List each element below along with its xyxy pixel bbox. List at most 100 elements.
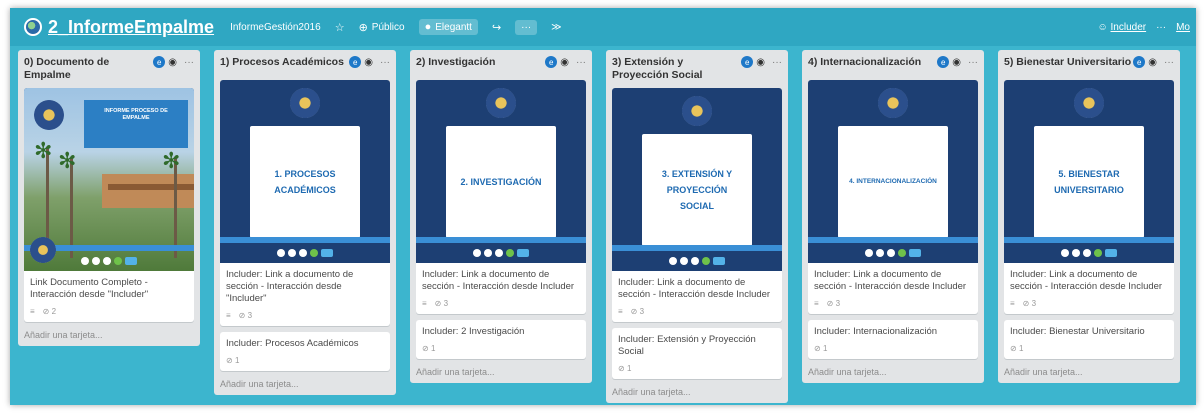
- card-cover-image: 3. EXTENSIÓN Y PROYECCIÓN SOCIAL: [612, 88, 782, 271]
- card-title: Includer: 2 Investigación: [422, 326, 525, 337]
- cover-logos: [220, 247, 390, 259]
- attachment-badge: ⊘ 2: [42, 307, 57, 316]
- card[interactable]: Includer: Extensión y Proyección Social …: [612, 328, 782, 379]
- card-cover-image: ✻ ✻ ✻ INFORME PROCESO DE EMPALME: [24, 88, 194, 271]
- list-title[interactable]: 5) Bienestar Universitario: [1004, 56, 1131, 69]
- card-body: Link Documento Completo - Interacción de…: [24, 271, 194, 322]
- elegantt-icon[interactable]: e: [741, 56, 754, 68]
- card-body: Includer: 2 Investigación ⊘ 1: [416, 320, 586, 359]
- board-title[interactable]: 2_InformeEmpalme: [48, 17, 214, 38]
- university-seal-icon: [290, 88, 320, 118]
- cover-panel: 1. PROCESOS ACADÉMICOS: [250, 126, 360, 238]
- elegantt-icon[interactable]: e: [937, 56, 950, 68]
- add-card-button[interactable]: Añadir una tarjeta...: [1004, 359, 1174, 383]
- card-badges: ⊘ 1: [618, 364, 776, 373]
- attachment-badge: ⊘ 1: [618, 364, 632, 373]
- elegantt-icon: ●: [424, 21, 432, 33]
- star-button[interactable]: ☆: [335, 21, 345, 34]
- eye-icon[interactable]: ◉: [756, 57, 765, 68]
- cover-strip: [612, 245, 782, 251]
- elegantt-icon[interactable]: e: [545, 56, 558, 68]
- card[interactable]: 3. EXTENSIÓN Y PROYECCIÓN SOCIAL Includer:…: [612, 88, 782, 322]
- paperclip-icon: ⊘: [1010, 344, 1017, 353]
- list-menu-icon[interactable]: ···: [1164, 57, 1174, 68]
- expand-button[interactable]: ≫: [551, 22, 561, 33]
- share-button[interactable]: ↪: [492, 21, 501, 34]
- card-cover-image: 5. BIENESTAR UNIVERSITARIO: [1004, 80, 1174, 263]
- list-menu-icon[interactable]: ···: [380, 57, 390, 68]
- add-card-button[interactable]: Añadir una tarjeta...: [612, 379, 782, 403]
- paperclip-icon: ⊘: [238, 311, 246, 320]
- header-right: ☺ Includer ··· Mo: [1098, 22, 1190, 33]
- list-menu-icon[interactable]: ···: [968, 57, 978, 68]
- add-card-button[interactable]: Añadir una tarjeta...: [416, 359, 586, 383]
- card-title: Includer: Link a documento de sección - …: [1010, 269, 1163, 292]
- card-badges: ≡ ⊘ 3: [814, 299, 972, 308]
- card-title: Includer: Link a documento de sección - …: [814, 269, 967, 292]
- card-body: Includer: Link a documento de sección - …: [1004, 263, 1174, 314]
- list-internacionalizacion: 4) Internacionalización e ◉ ··· 4. INTER…: [802, 50, 984, 383]
- card[interactable]: Includer: Internacionalización ⊘ 1: [808, 320, 978, 359]
- elegantt-icon[interactable]: e: [153, 56, 166, 68]
- cover-strip: [1004, 237, 1174, 243]
- list-bienestar-universitario: 5) Bienestar Universitario e ◉ ··· 5. BI…: [998, 50, 1180, 383]
- list-header: 3) Extensión y Proyección Social e ◉ ···: [612, 56, 782, 82]
- eye-icon[interactable]: ◉: [1148, 57, 1157, 68]
- card[interactable]: 4. INTERNACIONALIZACIÓN Includer: Link a…: [808, 80, 978, 314]
- card-body: Includer: Link a documento de sección - …: [612, 271, 782, 322]
- list-investigacion: 2) Investigación e ◉ ··· 2. INVESTIGACIÓ…: [410, 50, 592, 383]
- eye-icon[interactable]: ◉: [364, 57, 373, 68]
- add-card-button[interactable]: Añadir una tarjeta...: [24, 322, 194, 346]
- list-menu-icon[interactable]: ···: [772, 57, 782, 68]
- list-title[interactable]: 0) Documento de Empalme: [24, 56, 153, 82]
- attachment-badge: ⊘ 3: [1022, 299, 1037, 308]
- university-seal-icon: [1074, 88, 1104, 118]
- member-icon: ☺: [1097, 21, 1108, 33]
- add-card-button[interactable]: Añadir una tarjeta...: [220, 371, 390, 395]
- organization-link[interactable]: InformeGestión2016: [230, 22, 321, 33]
- attachment-badge: ⊘ 1: [226, 356, 240, 365]
- eye-icon[interactable]: ◉: [952, 57, 961, 68]
- member-link[interactable]: ☺ Includer: [1098, 22, 1147, 33]
- list-title[interactable]: 1) Procesos Académicos: [220, 56, 344, 69]
- list-title[interactable]: 2) Investigación: [416, 56, 495, 69]
- add-card-button[interactable]: Añadir una tarjeta...: [808, 359, 978, 383]
- list-header-icons: e ◉ ···: [153, 56, 194, 68]
- cover-logos: [1004, 247, 1174, 259]
- show-menu-link[interactable]: Mo: [1176, 22, 1190, 33]
- card[interactable]: Includer: Procesos Académicos ⊘ 1: [220, 332, 390, 371]
- list-header: 2) Investigación e ◉ ···: [416, 56, 586, 74]
- cover-strip: [416, 237, 586, 243]
- list-title[interactable]: 4) Internacionalización: [808, 56, 921, 69]
- card-title: Includer: Internacionalización: [814, 326, 938, 337]
- card[interactable]: Includer: Bienestar Universitario ⊘ 1: [1004, 320, 1174, 359]
- elegantt-icon[interactable]: e: [349, 56, 362, 68]
- card[interactable]: Includer: 2 Investigación ⊘ 1: [416, 320, 586, 359]
- card-badges: ≡ ⊘ 3: [226, 311, 384, 320]
- eye-icon[interactable]: ◉: [168, 57, 177, 68]
- card[interactable]: 1. PROCESOS ACADÉMICOS Includer: Link a d…: [220, 80, 390, 326]
- list-title[interactable]: 3) Extensión y Proyección Social: [612, 56, 741, 82]
- card-title: Includer: Extensión y Proyección Social: [618, 334, 756, 357]
- menu-more-button[interactable]: ···: [1156, 22, 1166, 33]
- cover-banner: INFORME PROCESO DE EMPALME: [84, 100, 188, 148]
- card-title: Includer: Bienestar Universitario: [1010, 326, 1145, 337]
- card[interactable]: 2. INVESTIGACIÓN Includer: Link a docume…: [416, 80, 586, 314]
- elegantt-icon[interactable]: e: [1133, 56, 1146, 68]
- card-body: Includer: Internacionalización ⊘ 1: [808, 320, 978, 359]
- attachment-badge: ⊘ 3: [238, 311, 253, 320]
- list-menu-icon[interactable]: ···: [184, 57, 194, 68]
- elegantt-button[interactable]: ● Elegantt: [418, 19, 478, 35]
- cover-panel: 4. INTERNACIONALIZACIÓN: [838, 126, 948, 238]
- description-icon: ≡: [30, 307, 35, 316]
- card-title: Link Documento Completo - Interacción de…: [30, 277, 149, 300]
- card[interactable]: ✻ ✻ ✻ INFORME PROCESO DE EMPALME Link Do: [24, 88, 194, 322]
- eye-icon[interactable]: ◉: [560, 57, 569, 68]
- card[interactable]: 5. BIENESTAR UNIVERSITARIO Includer: Link…: [1004, 80, 1174, 314]
- list-menu-icon[interactable]: ···: [576, 57, 586, 68]
- visibility-button[interactable]: ⊕ Público: [359, 21, 405, 34]
- more-button[interactable]: ···: [515, 19, 538, 35]
- card-title: Includer: Link a documento de sección - …: [618, 277, 771, 300]
- board-logo-icon: [24, 18, 42, 36]
- list-documento-empalme: 0) Documento de Empalme e ◉ ··· ✻ ✻ ✻ IN…: [18, 50, 200, 346]
